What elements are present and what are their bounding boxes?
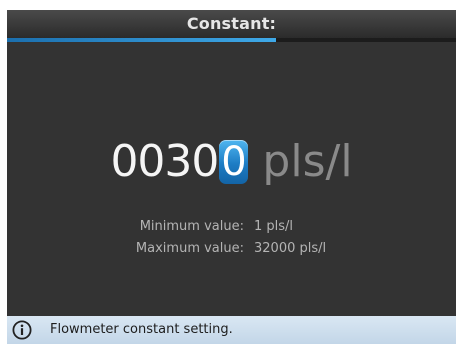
cursor-digit[interactable]: 0 [219, 139, 249, 184]
maximum-value-row: Maximum value: 32000 pls/l [7, 240, 456, 258]
main-panel: 00300 pls/l Minimum value: 1 pls/l Maximu… [7, 42, 456, 316]
maximum-value-label: Maximum value: [135, 241, 244, 256]
value-digits: 0030 [110, 136, 219, 187]
value-unit: pls/l [262, 136, 353, 187]
status-bar: Flowmeter constant setting. [7, 316, 456, 344]
minimum-value-label: Minimum value: [139, 219, 244, 234]
status-message: Flowmeter constant setting. [50, 322, 233, 337]
device-screen: Constant: 00300 pls/l Minimum value: 1 pl… [7, 10, 456, 344]
minimum-value: 1 pls/l [254, 219, 294, 234]
title-bar: Constant: [7, 10, 456, 38]
value-editor[interactable]: 00300 pls/l [7, 136, 456, 196]
info-icon [12, 320, 32, 340]
minimum-value-row: Minimum value: 1 pls/l [7, 218, 456, 236]
maximum-value: 32000 pls/l [254, 241, 327, 256]
page-title: Constant: [186, 14, 277, 33]
